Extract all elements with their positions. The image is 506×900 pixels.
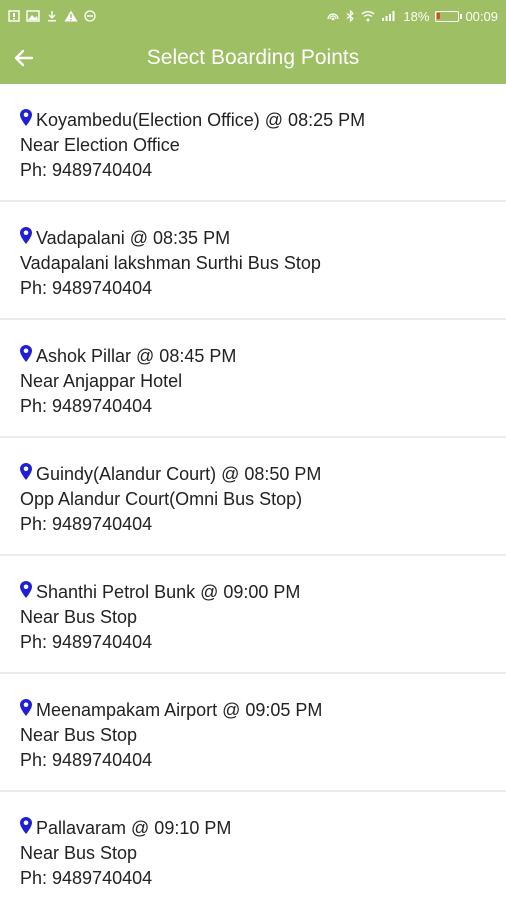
battery-icon bbox=[435, 10, 463, 22]
boarding-point-item[interactable]: Koyambedu(Election Office) @ 08:25 PM Nea… bbox=[0, 84, 506, 200]
boarding-point-header: Meenampakam Airport @ 09:05 PM bbox=[20, 698, 486, 723]
signal-icon bbox=[381, 10, 397, 22]
boarding-point-address: Near Election Office bbox=[20, 135, 180, 155]
warning-icon bbox=[64, 10, 78, 22]
boarding-point-item[interactable]: Vadapalani @ 08:35 PM Vadapalani lakshman… bbox=[0, 202, 506, 318]
image-icon bbox=[26, 10, 40, 22]
boarding-point-header: Ashok Pillar @ 08:45 PM bbox=[20, 344, 486, 369]
boarding-point-phone: Ph: 9489740404 bbox=[20, 514, 153, 534]
boarding-point-address: Near Bus Stop bbox=[20, 843, 138, 863]
boarding-point-item[interactable]: Guindy(Alandur Court) @ 08:50 PM Opp Alan… bbox=[0, 438, 506, 554]
boarding-point-header: Guindy(Alandur Court) @ 08:50 PM bbox=[20, 462, 486, 487]
boarding-point-address: Near Bus Stop bbox=[20, 725, 138, 745]
hotspot-icon bbox=[326, 10, 340, 22]
boarding-point-title: Koyambedu(Election Office) @ 08:25 PM bbox=[36, 110, 366, 130]
status-bar-right: 18% 00:09 bbox=[326, 9, 498, 24]
app-bar: Select Boarding Points bbox=[0, 32, 506, 84]
location-pin-icon bbox=[20, 345, 34, 362]
location-pin-icon bbox=[20, 109, 34, 126]
status-bar-left bbox=[8, 10, 96, 22]
boarding-point-item[interactable]: Ashok Pillar @ 08:45 PM Near Anjappar Hot… bbox=[0, 320, 506, 436]
battery-percent: 18% bbox=[403, 8, 430, 24]
boarding-points-list: Koyambedu(Election Office) @ 08:25 PM Nea… bbox=[0, 84, 506, 900]
boarding-point-address: Near Anjappar Hotel bbox=[20, 371, 183, 391]
page-title: Select Boarding Points bbox=[146, 46, 360, 69]
boarding-point-phone: Ph: 9489740404 bbox=[20, 160, 153, 180]
boarding-point-phone: Ph: 9489740404 bbox=[20, 632, 153, 652]
boarding-point-address: Near Bus Stop bbox=[20, 607, 138, 627]
location-pin-icon bbox=[20, 227, 34, 244]
boarding-point-item[interactable]: Shanthi Petrol Bunk @ 09:00 PM Near Bus S… bbox=[0, 556, 506, 672]
boarding-point-title: Ashok Pillar @ 08:45 PM bbox=[36, 346, 237, 366]
boarding-point-item[interactable]: Meenampakam Airport @ 09:05 PM Near Bus S… bbox=[0, 674, 506, 790]
arrow-left-icon bbox=[14, 49, 34, 67]
boarding-point-phone: Ph: 9489740404 bbox=[20, 278, 153, 298]
boarding-point-title: Shanthi Petrol Bunk @ 09:00 PM bbox=[36, 582, 301, 602]
wifi-icon bbox=[361, 10, 375, 22]
boarding-point-item[interactable]: Pallavaram @ 09:10 PM Near Bus Stop Ph: 94… bbox=[0, 792, 506, 900]
boarding-point-header: Vadapalani @ 08:35 PM bbox=[20, 226, 486, 251]
boarding-point-title: Guindy(Alandur Court) @ 08:50 PM bbox=[36, 464, 322, 484]
status-time: 00:09 bbox=[465, 8, 498, 24]
location-pin-icon bbox=[20, 699, 34, 716]
location-pin-icon bbox=[20, 817, 34, 834]
location-pin-icon bbox=[20, 463, 34, 480]
boarding-point-phone: Ph: 9489740404 bbox=[20, 750, 153, 770]
location-pin-icon bbox=[20, 581, 34, 598]
boarding-point-address: Vadapalani lakshman Surthi Bus Stop bbox=[20, 253, 321, 273]
boarding-point-address: Opp Alandur Court(Omni Bus Stop) bbox=[20, 489, 303, 509]
boarding-point-header: Koyambedu(Election Office) @ 08:25 PM bbox=[20, 108, 486, 133]
boarding-point-phone: Ph: 9489740404 bbox=[20, 868, 153, 888]
battery-fill bbox=[437, 12, 441, 19]
minus-circle-icon bbox=[84, 10, 96, 22]
boarding-point-title: Vadapalani @ 08:35 PM bbox=[36, 228, 231, 248]
boarding-point-title: Pallavaram @ 09:10 PM bbox=[36, 818, 232, 838]
notification-icon bbox=[8, 10, 20, 22]
download-icon bbox=[46, 10, 58, 22]
boarding-point-phone: Ph: 9489740404 bbox=[20, 396, 153, 416]
boarding-point-header: Shanthi Petrol Bunk @ 09:00 PM bbox=[20, 580, 486, 605]
boarding-point-title: Meenampakam Airport @ 09:05 PM bbox=[36, 700, 323, 720]
back-button[interactable] bbox=[2, 32, 46, 84]
status-bar: 18% 00:09 bbox=[0, 0, 506, 32]
bluetooth-icon bbox=[346, 10, 355, 22]
boarding-point-header: Pallavaram @ 09:10 PM bbox=[20, 816, 486, 841]
